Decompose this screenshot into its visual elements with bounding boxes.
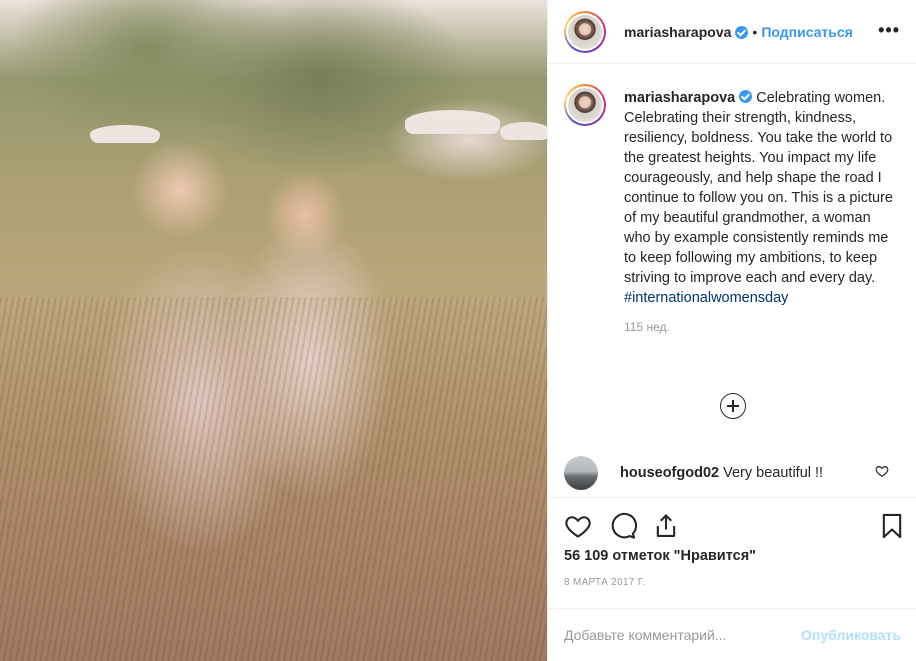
comment-input[interactable] xyxy=(564,627,794,643)
comment-body: Very beautiful !! xyxy=(723,465,824,481)
likes-count[interactable]: 56 109 отметок "Нравится" xyxy=(564,548,756,564)
separator-dot: • xyxy=(752,23,758,40)
comment-text: houseofgod02 Very beautiful !! xyxy=(620,465,823,481)
caption-username[interactable]: mariasharapova xyxy=(624,90,735,106)
verified-badge-icon xyxy=(739,90,753,103)
post-actions xyxy=(548,497,916,543)
bookmark-icon[interactable] xyxy=(878,512,906,540)
hashtag-link[interactable]: #internationalwomensday xyxy=(624,290,788,306)
comment-username[interactable]: houseofgod02 xyxy=(620,465,719,481)
caption-time-ago[interactable]: 115 нед. xyxy=(624,320,900,334)
author-avatar[interactable] xyxy=(564,10,606,53)
caption-text: mariasharapova Celebrating women. Celebr… xyxy=(624,88,899,308)
commenter-avatar[interactable] xyxy=(564,456,598,490)
author-username[interactable]: mariasharapova xyxy=(624,24,731,40)
small-heart-icon[interactable] xyxy=(875,464,889,478)
share-icon[interactable] xyxy=(652,512,680,540)
add-comment-bar: Опубликовать xyxy=(548,608,916,661)
verified-badge-icon xyxy=(735,26,749,39)
caption-author-avatar[interactable] xyxy=(564,84,606,126)
post-header: mariasharapova • Подписаться ••• xyxy=(548,0,916,64)
caption-row: mariasharapova Celebrating women. Celebr… xyxy=(564,84,900,308)
post-side-panel: mariasharapova • Подписаться ••• mariash… xyxy=(547,0,916,661)
publish-button[interactable]: Опубликовать xyxy=(801,627,901,643)
post-date[interactable]: 8 марта 2017 г. xyxy=(564,577,645,588)
heart-icon[interactable] xyxy=(564,512,592,540)
caption-body: Celebrating women. Celebrating their str… xyxy=(624,90,893,286)
comment-icon[interactable] xyxy=(609,512,637,540)
comment-item: houseofgod02 Very beautiful !! xyxy=(548,450,916,496)
more-options-icon[interactable]: ••• xyxy=(878,21,900,39)
plus-circle-icon[interactable] xyxy=(720,393,746,419)
follow-button[interactable]: Подписаться xyxy=(761,24,853,40)
photo-tint xyxy=(0,0,547,661)
post-photo[interactable] xyxy=(0,0,547,661)
